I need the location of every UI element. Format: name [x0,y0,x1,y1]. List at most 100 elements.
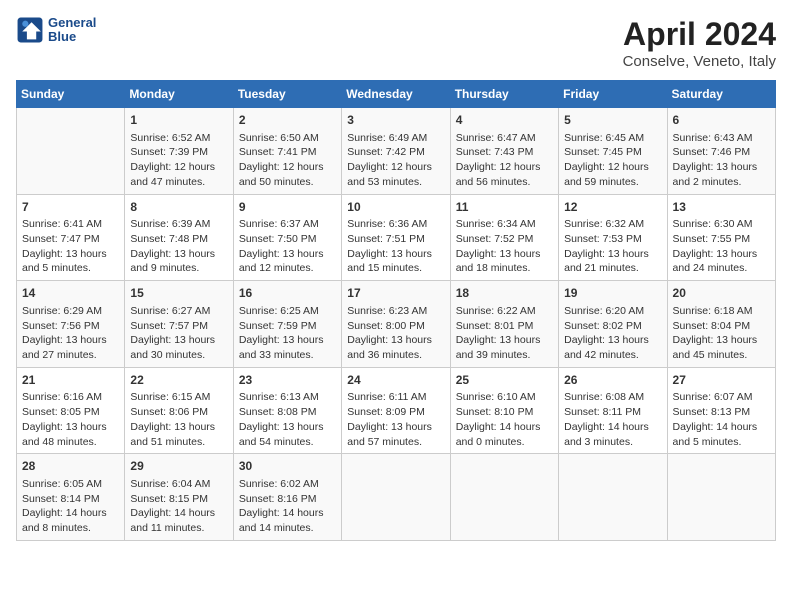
day-number: 10 [347,199,444,216]
day-info: and 24 minutes. [673,261,770,276]
day-number: 26 [564,372,661,389]
calendar-cell: 22Sunrise: 6:15 AMSunset: 8:06 PMDayligh… [125,367,233,454]
day-info: and 5 minutes. [22,261,119,276]
day-number: 14 [22,285,119,302]
day-info: Sunset: 7:43 PM [456,145,553,160]
day-info: Sunset: 7:53 PM [564,232,661,247]
day-info: Daylight: 13 hours [564,333,661,348]
day-info: Sunrise: 6:43 AM [673,131,770,146]
day-info: Sunset: 8:08 PM [239,405,336,420]
day-info: Daylight: 12 hours [564,160,661,175]
column-header-monday: Monday [125,81,233,108]
day-info: Sunset: 7:48 PM [130,232,227,247]
day-info: Sunrise: 6:39 AM [130,217,227,232]
day-number: 23 [239,372,336,389]
day-number: 4 [456,112,553,129]
day-info: and 5 minutes. [673,435,770,450]
calendar-cell: 14Sunrise: 6:29 AMSunset: 7:56 PMDayligh… [17,281,125,368]
day-number: 15 [130,285,227,302]
day-number: 27 [673,372,770,389]
column-header-wednesday: Wednesday [342,81,450,108]
day-info: Daylight: 13 hours [456,333,553,348]
day-info: Sunrise: 6:20 AM [564,304,661,319]
day-info: and 2 minutes. [673,175,770,190]
day-info: Sunset: 8:16 PM [239,492,336,507]
page-title: April 2024 [623,16,776,53]
calendar-cell: 26Sunrise: 6:08 AMSunset: 8:11 PMDayligh… [559,367,667,454]
day-info: Sunset: 8:13 PM [673,405,770,420]
day-info: Sunset: 8:09 PM [347,405,444,420]
day-info: Daylight: 13 hours [673,333,770,348]
calendar-table: SundayMondayTuesdayWednesdayThursdayFrid… [16,80,776,541]
day-info: Sunset: 7:57 PM [130,319,227,334]
day-number: 11 [456,199,553,216]
calendar-cell: 2Sunrise: 6:50 AMSunset: 7:41 PMDaylight… [233,108,341,195]
day-info: Sunrise: 6:04 AM [130,477,227,492]
day-info: and 3 minutes. [564,435,661,450]
column-header-thursday: Thursday [450,81,558,108]
calendar-cell: 30Sunrise: 6:02 AMSunset: 8:16 PMDayligh… [233,454,341,541]
calendar-cell [450,454,558,541]
day-info: and 39 minutes. [456,348,553,363]
calendar-week-row: 21Sunrise: 6:16 AMSunset: 8:05 PMDayligh… [17,367,776,454]
calendar-cell: 20Sunrise: 6:18 AMSunset: 8:04 PMDayligh… [667,281,775,368]
column-header-friday: Friday [559,81,667,108]
day-info: Sunrise: 6:07 AM [673,390,770,405]
day-info: Sunrise: 6:25 AM [239,304,336,319]
day-info: Daylight: 12 hours [130,160,227,175]
calendar-cell: 13Sunrise: 6:30 AMSunset: 7:55 PMDayligh… [667,194,775,281]
column-header-sunday: Sunday [17,81,125,108]
calendar-week-row: 14Sunrise: 6:29 AMSunset: 7:56 PMDayligh… [17,281,776,368]
day-info: Sunset: 7:59 PM [239,319,336,334]
day-number: 7 [22,199,119,216]
day-info: and 54 minutes. [239,435,336,450]
day-info: Daylight: 13 hours [130,420,227,435]
day-info: Sunrise: 6:29 AM [22,304,119,319]
day-info: Sunrise: 6:18 AM [673,304,770,319]
day-info: Sunrise: 6:22 AM [456,304,553,319]
day-info: and 42 minutes. [564,348,661,363]
calendar-cell: 10Sunrise: 6:36 AMSunset: 7:51 PMDayligh… [342,194,450,281]
day-info: Sunset: 7:39 PM [130,145,227,160]
calendar-cell: 21Sunrise: 6:16 AMSunset: 8:05 PMDayligh… [17,367,125,454]
calendar-cell: 17Sunrise: 6:23 AMSunset: 8:00 PMDayligh… [342,281,450,368]
day-number: 8 [130,199,227,216]
day-number: 24 [347,372,444,389]
day-info: Sunrise: 6:05 AM [22,477,119,492]
day-number: 22 [130,372,227,389]
day-info: and 8 minutes. [22,521,119,536]
day-info: Sunrise: 6:08 AM [564,390,661,405]
day-info: and 9 minutes. [130,261,227,276]
calendar-cell [342,454,450,541]
logo-icon [16,16,44,44]
day-info: Sunrise: 6:34 AM [456,217,553,232]
calendar-cell: 8Sunrise: 6:39 AMSunset: 7:48 PMDaylight… [125,194,233,281]
day-info: Daylight: 14 hours [564,420,661,435]
day-info: Daylight: 13 hours [22,247,119,262]
day-info: Daylight: 13 hours [673,247,770,262]
day-info: Daylight: 14 hours [673,420,770,435]
day-info: Sunset: 7:50 PM [239,232,336,247]
page-header: General Blue April 2024 Conselve, Veneto… [16,16,776,70]
calendar-cell: 29Sunrise: 6:04 AMSunset: 8:15 PMDayligh… [125,454,233,541]
day-info: Sunset: 7:46 PM [673,145,770,160]
page-subtitle: Conselve, Veneto, Italy [623,53,776,70]
day-number: 29 [130,458,227,475]
calendar-cell: 4Sunrise: 6:47 AMSunset: 7:43 PMDaylight… [450,108,558,195]
day-info: and 57 minutes. [347,435,444,450]
day-info: and 48 minutes. [22,435,119,450]
logo-line1: General [48,16,96,30]
day-info: Sunset: 8:05 PM [22,405,119,420]
day-info: and 30 minutes. [130,348,227,363]
day-info: and 36 minutes. [347,348,444,363]
calendar-cell: 23Sunrise: 6:13 AMSunset: 8:08 PMDayligh… [233,367,341,454]
day-info: Daylight: 13 hours [347,420,444,435]
day-number: 17 [347,285,444,302]
day-number: 3 [347,112,444,129]
day-info: Sunrise: 6:15 AM [130,390,227,405]
day-info: Sunrise: 6:30 AM [673,217,770,232]
calendar-header-row: SundayMondayTuesdayWednesdayThursdayFrid… [17,81,776,108]
day-number: 25 [456,372,553,389]
calendar-cell: 7Sunrise: 6:41 AMSunset: 7:47 PMDaylight… [17,194,125,281]
day-info: and 11 minutes. [130,521,227,536]
